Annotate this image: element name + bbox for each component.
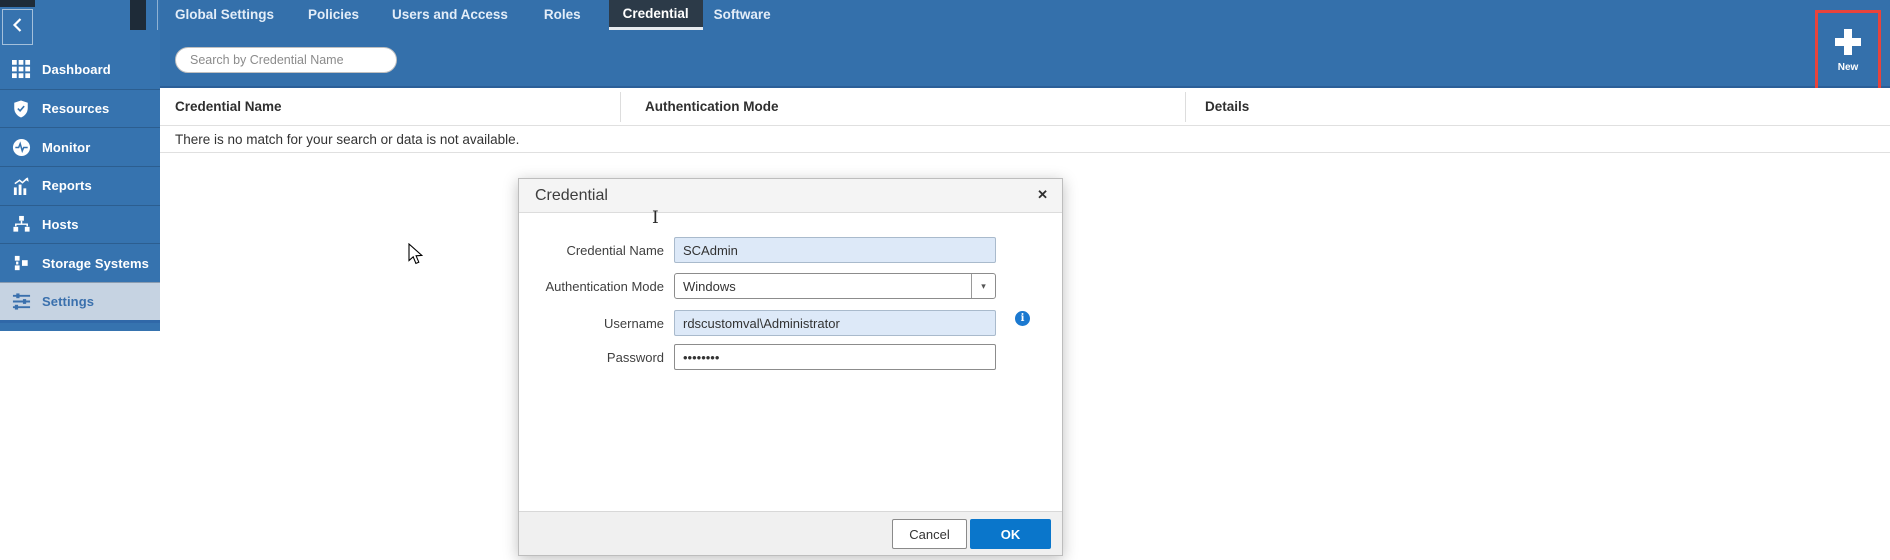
chart-icon bbox=[10, 176, 32, 196]
sidebar-top-dark-strip bbox=[130, 0, 146, 30]
sidebar-item-label: Settings bbox=[42, 294, 94, 309]
dialog-header[interactable]: Credential ✕ bbox=[519, 179, 1062, 213]
grid-icon bbox=[10, 59, 32, 79]
ok-button[interactable]: OK bbox=[970, 519, 1051, 549]
storage-icon bbox=[10, 253, 32, 273]
sidebar-item-settings[interactable]: Settings bbox=[0, 282, 160, 323]
column-header-credential-name[interactable]: Credential Name bbox=[175, 88, 282, 126]
sliders-icon bbox=[10, 292, 32, 312]
settings-tabs: Global Settings Policies Users and Acces… bbox=[175, 0, 771, 30]
sidebar-item-monitor[interactable]: Monitor bbox=[0, 127, 160, 166]
new-credential-button[interactable]: New bbox=[1815, 10, 1881, 99]
sidebar-item-label: Hosts bbox=[42, 217, 79, 232]
cancel-button[interactable]: Cancel bbox=[892, 519, 967, 549]
top-left-dark-strip bbox=[0, 0, 35, 7]
sidebar-item-hosts[interactable]: Hosts bbox=[0, 205, 160, 244]
username-label: Username bbox=[519, 316, 664, 331]
sidebar-item-resources[interactable]: Resources bbox=[0, 89, 160, 128]
empty-state-message: There is no match for your search or dat… bbox=[175, 132, 519, 147]
column-header-authentication-mode[interactable]: Authentication Mode bbox=[645, 88, 779, 126]
credential-table-header: Credential Name Authentication Mode Deta… bbox=[160, 88, 1890, 126]
selected-authentication-mode: Windows bbox=[675, 279, 971, 294]
password-field[interactable] bbox=[674, 344, 996, 370]
tab-roles[interactable]: Roles bbox=[544, 0, 581, 30]
username-field[interactable] bbox=[674, 310, 996, 336]
info-icon[interactable]: i bbox=[1015, 311, 1030, 326]
dialog-title: Credential bbox=[535, 179, 608, 213]
column-header-details[interactable]: Details bbox=[1205, 88, 1249, 126]
new-button-label: New bbox=[1838, 62, 1859, 73]
column-divider bbox=[1185, 92, 1186, 122]
tab-policies[interactable]: Policies bbox=[308, 0, 359, 30]
column-divider bbox=[620, 92, 621, 122]
text-cursor: I bbox=[652, 208, 659, 228]
hosts-icon bbox=[10, 215, 32, 235]
sidebar-item-storage-systems[interactable]: Storage Systems bbox=[0, 243, 160, 282]
search-container bbox=[175, 47, 397, 73]
sidebar-item-label: Resources bbox=[42, 101, 109, 116]
sidebar-collapse-button[interactable] bbox=[2, 9, 33, 45]
sidebar-nav: Dashboard Resources Moni bbox=[0, 50, 160, 323]
sidebar: Dashboard Resources Moni bbox=[0, 0, 160, 331]
tab-software[interactable]: Software bbox=[714, 0, 771, 30]
tab-credential[interactable]: Credential bbox=[609, 0, 703, 30]
app-window: Dashboard Resources Moni bbox=[0, 0, 1890, 560]
plus-icon bbox=[1835, 29, 1861, 55]
sidebar-item-label: Monitor bbox=[42, 140, 90, 155]
shield-check-icon bbox=[10, 99, 32, 119]
chevron-down-icon[interactable]: ▾ bbox=[971, 274, 995, 298]
table-empty-row: There is no match for your search or dat… bbox=[160, 126, 1890, 153]
authentication-mode-label: Authentication Mode bbox=[519, 279, 664, 294]
sidebar-item-label: Storage Systems bbox=[42, 256, 149, 271]
credential-name-field[interactable] bbox=[674, 237, 996, 263]
pulse-icon bbox=[10, 137, 32, 157]
header-divider bbox=[157, 0, 158, 30]
top-header: Global Settings Policies Users and Acces… bbox=[160, 0, 1890, 88]
credential-dialog: Credential ✕ Credential Name Authenticat… bbox=[518, 178, 1063, 556]
search-input[interactable] bbox=[175, 47, 397, 73]
mouse-cursor bbox=[408, 243, 424, 270]
sidebar-item-label: Reports bbox=[42, 178, 92, 193]
dialog-footer: Cancel OK bbox=[519, 511, 1062, 555]
close-icon[interactable]: ✕ bbox=[1037, 187, 1048, 203]
credential-name-label: Credential Name bbox=[519, 243, 664, 258]
authentication-mode-select[interactable]: Windows ▾ bbox=[674, 273, 996, 299]
sidebar-item-label: Dashboard bbox=[42, 62, 111, 77]
tab-global-settings[interactable]: Global Settings bbox=[175, 0, 274, 30]
tab-users-and-access[interactable]: Users and Access bbox=[392, 0, 508, 30]
chevron-left-icon bbox=[11, 17, 25, 38]
password-label: Password bbox=[519, 350, 664, 365]
sidebar-item-reports[interactable]: Reports bbox=[0, 166, 160, 205]
sidebar-item-dashboard[interactable]: Dashboard bbox=[0, 50, 160, 89]
